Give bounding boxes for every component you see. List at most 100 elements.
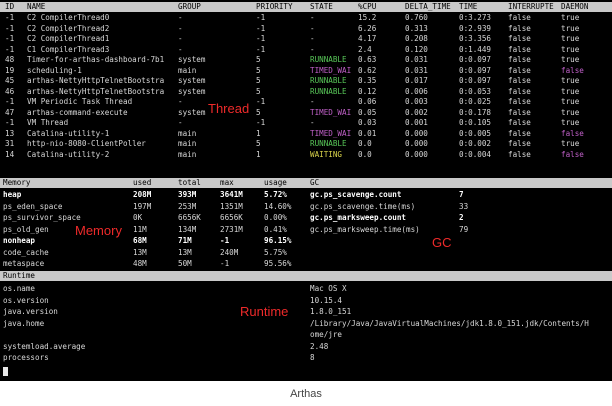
col-time: TIME [459, 2, 478, 11]
col-daemon: DAEMON [561, 2, 589, 11]
memory-gc-header: Memory used total max usage GC [0, 178, 612, 188]
thread-priority: 5 [256, 76, 261, 85]
thread-cpu: 0.03 [358, 118, 377, 127]
thread-delta: 0.017 [405, 76, 428, 85]
runtime-title: Runtime [3, 271, 36, 280]
gc-metric: gc.ps_marksweep.count [310, 213, 407, 222]
gc-value: 7 [459, 190, 464, 199]
thread-row: 14 Catalina-utility-2 main 1 WAITING 0.0… [0, 150, 612, 160]
thread-id: -1 [5, 118, 15, 127]
gc-value: 2 [459, 213, 464, 222]
thread-priority: -1 [256, 118, 266, 127]
thread-row: -1 C2 CompilerThread1 - -1 - 4.17 0.208 … [0, 34, 612, 44]
memory-row: code_cache 13M 13M 240M 5.75% [0, 248, 612, 258]
thread-state: TIMED_WAI [310, 128, 352, 138]
col-group: GROUP [178, 2, 201, 11]
thread-group: system [178, 55, 206, 64]
gc-metric: gc.ps_scavenge.time(ms) [310, 201, 416, 211]
thread-priority: -1 [256, 44, 266, 54]
thread-time: 0:0.002 [459, 139, 492, 148]
thread-group: main [178, 128, 197, 138]
thread-id: 14 [5, 149, 15, 159]
thread-daemon: false [561, 149, 584, 159]
memory-used: 48M [133, 259, 147, 268]
thread-delta: 0.760 [405, 13, 428, 22]
thread-time: 0:0.097 [459, 76, 492, 85]
memory-usage: 96.15% [264, 236, 292, 245]
thread-delta: 0.000 [405, 128, 428, 138]
runtime-row: os.name Mac OS X [0, 284, 612, 294]
col-cpu: %CPU [358, 2, 377, 11]
thread-delta: 0.000 [405, 149, 428, 159]
memory-col-total: total [178, 178, 201, 187]
memory-used: 13M [133, 247, 147, 257]
runtime-row: ome/jre [0, 330, 612, 340]
memory-usage: 95.56% [264, 259, 292, 268]
thread-state: - [310, 23, 315, 33]
thread-name: Catalina-utility-1 [27, 128, 110, 138]
terminal-window[interactable]: ID NAME GROUP PRIORITY STATE %CPU DELTA_… [0, 0, 612, 381]
thread-time: 0:0.097 [459, 65, 492, 75]
thread-interrupted: false [508, 55, 531, 64]
thread-daemon: true [561, 118, 580, 127]
thread-priority: 1 [256, 128, 261, 138]
col-interrupted: INTERRUPTE [508, 2, 554, 11]
runtime-key: java.home [3, 318, 45, 328]
thread-time: 0:0.105 [459, 118, 492, 127]
thread-row: -1 VM Thread - -1 - 0.03 0.001 0:0.105 f… [0, 118, 612, 128]
thread-state: TIMED_WAI [310, 65, 352, 75]
thread-row: 46 arthas-NettyHttpTelnetBootstra system… [0, 87, 612, 97]
thread-state: - [310, 118, 315, 127]
runtime-value: 1.8.0_151 [310, 307, 352, 316]
thread-daemon: false [561, 128, 584, 138]
figure-caption: Arthas [290, 388, 322, 400]
thread-state: RUNNABLE [310, 76, 347, 85]
memory-total: 13M [178, 247, 192, 257]
thread-cpu: 0.12 [358, 86, 377, 96]
thread-daemon: true [561, 34, 580, 43]
thread-delta: 0.120 [405, 44, 428, 54]
thread-group: - [178, 118, 183, 127]
col-priority: PRIORITY [256, 2, 293, 11]
gc-metric: gc.ps_marksweep.time(ms) [310, 224, 420, 234]
terminal-cursor [3, 367, 8, 376]
thread-interrupted: false [508, 118, 531, 127]
thread-group: main [178, 139, 197, 148]
thread-daemon: true [561, 107, 580, 117]
thread-name: C1 CompilerThread3 [27, 44, 110, 54]
runtime-row: processors 8 [0, 353, 612, 363]
runtime-header: Runtime [0, 271, 612, 281]
memory-col-usage: usage [264, 178, 287, 187]
memory-annotation: Memory [75, 223, 122, 238]
thread-name: Catalina-utility-2 [27, 149, 110, 159]
thread-row: 31 http-nio-8080-ClientPoller main 5 RUN… [0, 139, 612, 149]
thread-daemon: true [561, 97, 580, 106]
runtime-value: 2.48 [310, 341, 329, 351]
memory-total: 71M [178, 236, 192, 245]
thread-row: 48 Timer-for-arthas-dashboard-7b1 system… [0, 55, 612, 65]
thread-name: C2 CompilerThread0 [27, 13, 110, 22]
runtime-key: systemload.average [3, 341, 86, 351]
thread-table-header: ID NAME GROUP PRIORITY STATE %CPU DELTA_… [0, 2, 612, 12]
runtime-value: Mac OS X [310, 284, 347, 293]
thread-daemon: true [561, 139, 580, 148]
thread-name: Timer-for-arthas-dashboard-7b1 [27, 55, 165, 64]
thread-interrupted: false [508, 128, 531, 138]
runtime-value: 8 [310, 353, 315, 362]
thread-delta: 0.000 [405, 139, 428, 148]
runtime-row: os.version 10.15.4 [0, 296, 612, 306]
thread-interrupted: false [508, 76, 531, 85]
thread-state: - [310, 13, 315, 22]
thread-daemon: true [561, 23, 580, 33]
col-delta-time: DELTA_TIME [405, 2, 451, 11]
memory-col-used: used [133, 178, 152, 187]
runtime-value: 10.15.4 [310, 295, 343, 305]
thread-interrupted: false [508, 97, 531, 106]
col-name: NAME [27, 2, 46, 11]
thread-group: system [178, 86, 206, 96]
thread-delta: 0.208 [405, 34, 428, 43]
thread-time: 0:0.178 [459, 107, 492, 117]
thread-priority: 5 [256, 55, 261, 64]
thread-state: - [310, 34, 315, 43]
thread-cpu: 0.62 [358, 65, 377, 75]
